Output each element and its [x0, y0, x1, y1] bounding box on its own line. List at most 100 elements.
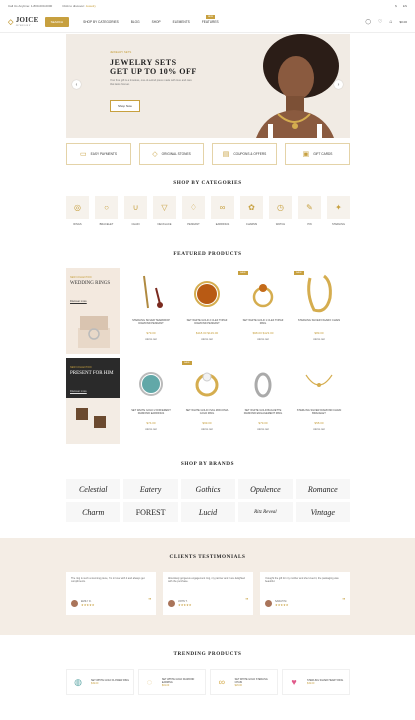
product-image: [184, 361, 230, 407]
nav-features[interactable]: FEATURES NEW: [202, 14, 219, 24]
product-card[interactable]: SALE STERLING SILVER FIGARO CHAIN $89.00…: [292, 268, 346, 354]
category-bracelet[interactable]: ○ BRACELET: [95, 196, 118, 226]
promo-discover-link-2[interactable]: Discover more: [70, 390, 87, 393]
category-watch[interactable]: ◷ WATCH: [269, 196, 292, 226]
categories-title: SHOP BY CATEGORIES: [173, 180, 242, 186]
shop-now-button[interactable]: Shop Now: [110, 100, 140, 112]
add-to-cart-button[interactable]: Add to cart: [141, 338, 161, 341]
chain-icon: ∪: [124, 196, 147, 219]
category-chain[interactable]: ∪ CHAIN: [124, 196, 147, 226]
brand-logo[interactable]: Celestial: [66, 479, 121, 499]
add-to-cart-button[interactable]: Add to cart: [253, 338, 273, 341]
gift-icon: ▣: [302, 151, 310, 158]
promo-link[interactable]: Jewelry: [86, 4, 96, 8]
trending-title: TRENDING PRODUCTS: [173, 651, 242, 657]
brand-logo[interactable]: Romance: [295, 479, 350, 499]
category-necklace[interactable]: ▽ NECKLACE: [153, 196, 176, 226]
trending-item[interactable]: ♥ STERLING SILVER HEART RING $19.00: [282, 669, 350, 695]
category-charms[interactable]: ✿ CHARMS: [240, 196, 263, 226]
rating-stars: ★★★★★: [178, 602, 192, 607]
testimonial-card: Absolutely gorgeous engagement ring, my …: [163, 572, 253, 615]
nav-categories[interactable]: SHOP BY CATEGORIES: [83, 20, 119, 24]
avatar: [168, 600, 175, 607]
search-button[interactable]: SEARCH: [44, 16, 70, 27]
nav-shop[interactable]: SHOP: [152, 20, 161, 24]
card-icon: ▭: [79, 151, 87, 158]
gem-icon: ◇: [152, 151, 158, 158]
brand-logo[interactable]: FOREST: [123, 502, 178, 522]
quote-icon: ”: [148, 597, 151, 606]
quote-icon: ”: [245, 597, 248, 606]
category-pendant[interactable]: ♢ PENDANT: [182, 196, 205, 226]
add-to-cart-button[interactable]: Add to cart: [197, 338, 217, 341]
nav-elements[interactable]: ELEMENTS: [173, 20, 190, 24]
nav-blog[interactable]: BLOG: [131, 20, 140, 24]
language-select[interactable]: EN: [403, 4, 407, 8]
product-card[interactable]: SET WHITE GOLD 2 CLEF TOPAZ DIAMOND PEND…: [180, 268, 234, 354]
trending-item[interactable]: ◌ SET WHITE GOLD DIAMOND EARRING $19.00: [138, 669, 206, 695]
brand-logo[interactable]: Lucid: [180, 502, 236, 522]
product-card[interactable]: SALE SET WHITE GOLD 1 CLEF TOPAZ RING $9…: [236, 268, 290, 354]
brand-logo[interactable]: Ritz Reveal: [238, 502, 293, 522]
product-image: [128, 271, 174, 317]
cart-icon[interactable]: ⌂: [389, 19, 392, 25]
category-rings[interactable]: ◎ RINGS: [66, 196, 89, 226]
charms-icon: ✿: [240, 196, 263, 219]
category-sterling[interactable]: ✦ STERLING: [327, 196, 350, 226]
avatar: [265, 600, 272, 607]
necklace-icon: ▽: [153, 196, 176, 219]
brand-logo[interactable]: Gothics: [180, 479, 236, 499]
product-image: [240, 361, 286, 407]
add-to-cart-button[interactable]: Add to cart: [141, 428, 161, 431]
logo[interactable]: ◇ JOICE JEWELRY: [8, 16, 39, 27]
earring-icon: ◌: [146, 677, 153, 687]
heart-icon[interactable]: ♡: [378, 19, 382, 25]
feature-gift-cards: ▣ GIFT CARDS: [285, 143, 350, 165]
pendant-icon: ♢: [182, 196, 205, 219]
main-nav: SHOP BY CATEGORIES BLOG SHOP ELEMENTS FE…: [83, 14, 219, 24]
product-image: [128, 361, 174, 407]
chain-icon: ∞: [218, 677, 226, 687]
hero-prev-arrow[interactable]: ‹: [72, 80, 81, 89]
product-card[interactable]: SET WHITE GOLD BAGUETTE DIAMOND ENGAGEME…: [236, 358, 290, 444]
trending-item[interactable]: ◍ SET WHITE GOLD FLOWER RING $19.00: [66, 669, 134, 695]
rings-icon: ◎: [66, 196, 89, 219]
product-image: [296, 271, 342, 317]
promo-present-for-him[interactable]: NEW COLLECTION PRESENT FOR HIM Discover …: [66, 358, 120, 444]
hero-next-arrow[interactable]: ›: [334, 80, 343, 89]
trending-list: ◍ SET WHITE GOLD FLOWER RING $19.00 ◌ SET W…: [66, 669, 350, 695]
quote-icon: ”: [342, 597, 345, 606]
rating-stars: ★★★★★: [275, 602, 289, 607]
rating-stars: ★★★★★: [81, 602, 95, 607]
add-to-cart-button[interactable]: Add to cart: [253, 428, 273, 431]
promo-discover-link[interactable]: Discover more: [70, 300, 87, 303]
currency-select[interactable]: $: [395, 4, 397, 8]
promo-wedding-rings[interactable]: NEW COLLECTION WEDDING RINGS Discover mo…: [66, 268, 120, 354]
add-to-cart-button[interactable]: Add to cart: [309, 428, 329, 431]
brand-logo[interactable]: Eatery: [123, 479, 178, 499]
pin-icon: ✎: [298, 196, 321, 219]
add-to-cart-button[interactable]: Add to cart: [309, 338, 329, 341]
ticket-icon: ▤: [222, 151, 230, 158]
product-card[interactable]: STERLING SILVER DIAMOND CHAIN BRACELET $…: [292, 358, 346, 444]
product-card[interactable]: SET WHITE GOLD 2 DIFFERENT DIAMOND EARRI…: [124, 358, 178, 444]
avatar: [71, 600, 78, 607]
trending-item[interactable]: ∞ SET WHITE GOLD STERLING CHAIN $26.00: [210, 669, 278, 695]
category-earrings[interactable]: ∞ EARRINGS: [211, 196, 234, 226]
add-to-cart-button[interactable]: Add to cart: [197, 428, 217, 431]
testimonial-card: The ring is such a stunning piece, I'm i…: [66, 572, 156, 615]
category-pin[interactable]: ✎ PIN: [298, 196, 321, 226]
product-card[interactable]: STERLING SILVER TEARDROP DIAMOND PENDANT…: [124, 268, 178, 354]
testimonial-card: I bought the gift for my mother and she …: [260, 572, 350, 615]
brand-logo[interactable]: Charm: [66, 502, 121, 522]
brand-logo[interactable]: Vintage: [295, 502, 350, 522]
bracelet-icon: ○: [95, 196, 118, 219]
user-icon[interactable]: ◯: [365, 19, 371, 25]
product-card[interactable]: SALE SET WHITE GOLD OVAL ZIRCONIA GOLD R…: [180, 358, 234, 444]
heart-icon: ♥: [291, 677, 297, 687]
nav-new-badge: NEW: [205, 14, 215, 19]
cart-total: $0.00: [399, 19, 407, 24]
ring-box-image: [78, 316, 110, 348]
diamond-icon: ◇: [8, 17, 14, 26]
brand-logo[interactable]: Opulence: [238, 479, 293, 499]
